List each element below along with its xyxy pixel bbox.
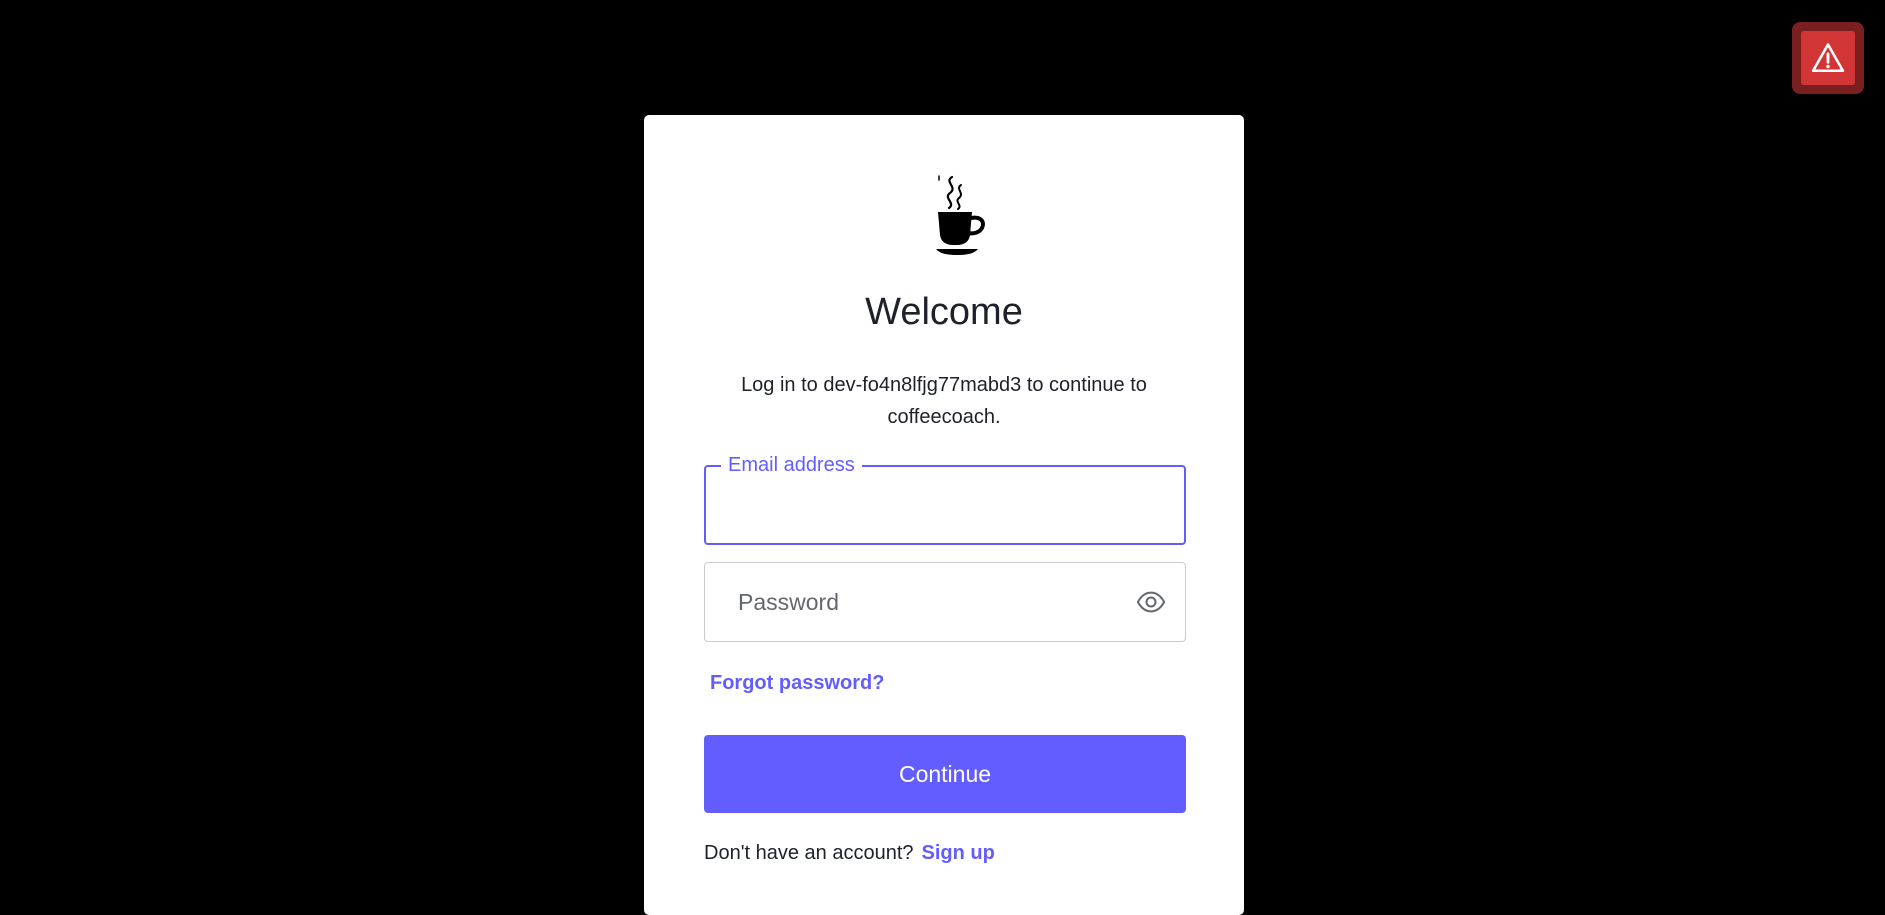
email-field[interactable]: Email address [704,454,1186,545]
page-title: Welcome [865,291,1023,333]
signup-link[interactable]: Sign up [922,842,995,864]
error-indicator[interactable] [1792,22,1864,94]
show-password-toggle[interactable] [1135,586,1167,618]
password-field[interactable] [704,562,1186,642]
signup-prompt: Don't have an account? [704,842,914,864]
eye-icon [1136,591,1166,613]
email-input[interactable] [706,467,1184,543]
login-description: Log in to dev-fo4n8lfjg77mabd3 to contin… [741,374,1147,428]
coffee-cup-icon [936,175,985,255]
forgot-password-link[interactable]: Forgot password? [710,671,884,695]
warning-triangle-icon [1811,43,1845,73]
password-input[interactable] [705,563,1185,641]
login-card: Welcome Log in to dev-fo4n8lfjg77mabd3 t… [644,115,1244,915]
signup-row: Don't have an account? Sign up [704,841,995,865]
continue-button[interactable]: Continue [704,735,1186,813]
warning-badge[interactable] [1801,31,1855,85]
